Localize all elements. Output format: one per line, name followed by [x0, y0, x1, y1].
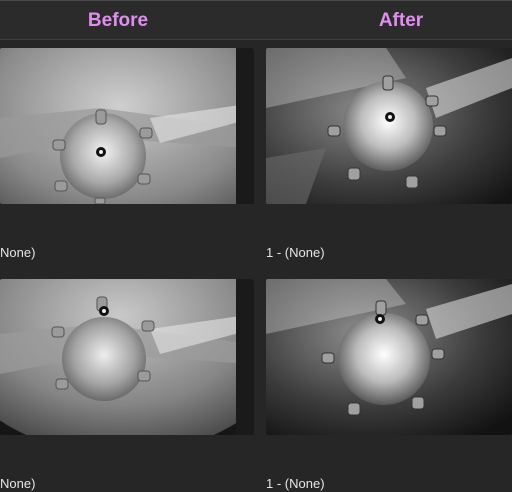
before-caption-2: None): [0, 476, 36, 491]
before-photo-1[interactable]: [0, 48, 254, 204]
after-caption-2: 1 - (None): [266, 476, 325, 491]
after-photo-1[interactable]: [266, 48, 512, 204]
comparison-page: Before After None) 1 - (None) None) 1 - …: [0, 0, 512, 492]
before-caption-1: None): [0, 245, 36, 260]
after-caption-1: 1 - (None): [266, 245, 325, 260]
column-header-bar: Before After: [0, 0, 512, 40]
after-column-title: After: [378, 10, 424, 31]
before-photo-2[interactable]: [0, 279, 254, 435]
after-photo-2[interactable]: [266, 279, 512, 435]
before-column-title: Before: [87, 10, 149, 31]
